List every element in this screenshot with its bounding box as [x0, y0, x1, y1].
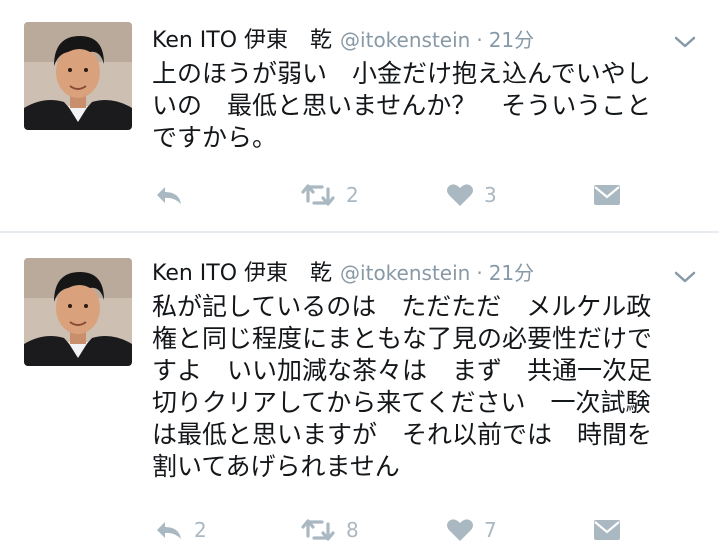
reply-button[interactable]	[154, 178, 194, 212]
tweet-text-line: 権と同じ程度にまともな了見の必要性だけで	[152, 324, 653, 353]
retweet-count: 8	[346, 518, 359, 542]
author-name[interactable]: Ken ITO 伊東 乾	[152, 255, 332, 287]
retweet-button[interactable]: 8	[300, 513, 359, 547]
like-count: 3	[484, 183, 497, 207]
reply-button[interactable]: 2	[154, 513, 207, 547]
tweet-actions: 2 8 7	[150, 513, 630, 547]
author-handle[interactable]: @itokenstein	[340, 261, 470, 285]
tweet[interactable]: Ken ITO 伊東 乾 @itokenstein · 21分 私が記しているの…	[0, 233, 719, 559]
tweet-text-line: すよ いい加減な茶々は まず 共通一次足	[152, 356, 653, 385]
tweet-text-line: 割いてあげられません	[152, 452, 400, 481]
retweet-icon	[301, 184, 335, 206]
tweet[interactable]: Ken ITO 伊東 乾 @itokenstein · 21分 上のほうが弱い …	[0, 0, 719, 232]
retweet-count: 2	[346, 183, 359, 207]
tweet-header: Ken ITO 伊東 乾 @itokenstein · 21分	[152, 255, 534, 287]
like-button[interactable]: 7	[446, 513, 497, 547]
retweet-icon	[301, 519, 335, 541]
tweet-text: 私が記しているのは ただただ メルケル政 権と同じ程度にまともな了見の必要性だけ…	[152, 291, 692, 483]
reply-icon	[157, 522, 181, 539]
avatar[interactable]	[24, 22, 132, 130]
avatar-photo	[24, 258, 132, 366]
direct-message-button[interactable]	[592, 513, 622, 547]
chevron-down-icon[interactable]	[672, 267, 698, 287]
heart-icon	[447, 519, 473, 541]
avatar-photo	[24, 22, 132, 130]
tweet-text-line: 切りクリアしてから来てください 一次試験	[152, 388, 651, 417]
like-button[interactable]: 3	[446, 178, 497, 212]
tweet-text-line: は最低と思いますが それ以前では 時間を	[152, 420, 653, 449]
tweet-text-line: 私が記しているのは ただただ メルケル政	[152, 292, 652, 321]
separator-dot: ·	[476, 261, 483, 285]
tweet-text-line: いの 最低と思いませんか？ そういうこと	[152, 91, 652, 120]
chevron-down-icon[interactable]	[672, 32, 698, 52]
retweet-button[interactable]: 2	[300, 178, 359, 212]
direct-message-icon	[594, 185, 620, 205]
avatar[interactable]	[24, 258, 132, 366]
tweet-actions: 2 3	[150, 178, 630, 212]
author-name[interactable]: Ken ITO 伊東 乾	[152, 22, 332, 54]
like-count: 7	[484, 518, 497, 542]
separator-dot: ·	[476, 28, 483, 52]
tweet-header: Ken ITO 伊東 乾 @itokenstein · 21分	[152, 22, 534, 54]
tweet-text-line: 上のほうが弱い 小金だけ抱え込んでいやし	[152, 59, 651, 88]
timestamp[interactable]: 21分	[489, 257, 534, 286]
timestamp[interactable]: 21分	[489, 24, 534, 53]
author-handle[interactable]: @itokenstein	[340, 28, 470, 52]
tweet-text: 上のほうが弱い 小金だけ抱え込んでいやし いの 最低と思いませんか？ そういうこ…	[152, 58, 692, 154]
direct-message-button[interactable]	[592, 178, 622, 212]
tweet-text-line: ですから。	[152, 123, 278, 152]
direct-message-icon	[594, 520, 620, 540]
reply-count: 2	[194, 518, 207, 542]
heart-icon	[447, 184, 473, 206]
reply-icon	[157, 187, 181, 204]
